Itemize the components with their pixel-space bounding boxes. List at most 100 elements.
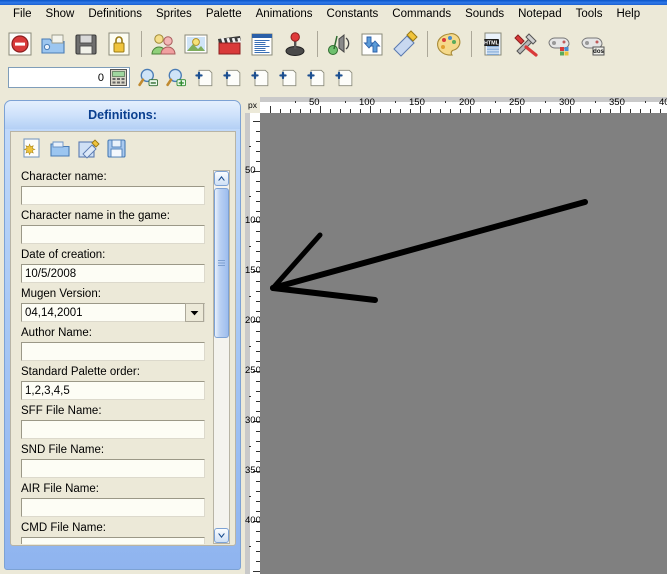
scroll-down-button[interactable]	[214, 528, 229, 543]
air-file-name-input[interactable]	[21, 498, 205, 517]
html-document-icon[interactable]: HTML	[477, 28, 509, 60]
toolbar-primary: HTML dos	[0, 25, 667, 62]
menu-sounds[interactable]: Sounds	[458, 6, 511, 23]
character-name-input[interactable]	[21, 186, 205, 205]
ruler-midmark	[595, 101, 596, 103]
svg-text:HTML: HTML	[484, 40, 500, 46]
definitions-panel: Definitions: Character name: Character na…	[4, 100, 241, 570]
menu-show[interactable]: Show	[39, 6, 82, 23]
gamepad-windows-icon[interactable]	[543, 28, 575, 60]
add-page-4-icon[interactable]	[276, 65, 302, 91]
cmd-file-name-input[interactable]	[21, 537, 205, 544]
calculator-icon[interactable]	[109, 68, 128, 87]
canvas-area[interactable]: px 50 100 150 200 250 300 350 400 50 100 150 200 25…	[245, 97, 667, 574]
toolbar-separator	[427, 30, 428, 57]
toolbar-separator	[471, 30, 472, 57]
sound-speaker-icon[interactable]	[323, 28, 355, 60]
menu-animations[interactable]: Animations	[249, 6, 320, 23]
date-of-creation-input[interactable]: 10/5/2008	[21, 264, 205, 283]
tools-wrench-icon[interactable]	[510, 28, 542, 60]
sprite-image-icon[interactable]	[180, 28, 212, 60]
ruler-tick	[270, 106, 271, 113]
ruler-label: 300	[245, 415, 260, 426]
ruler-label: 100	[359, 97, 375, 108]
save-disk-icon[interactable]	[70, 28, 102, 60]
snd-file-name-label: SND File Name:	[21, 444, 105, 456]
menu-file[interactable]: File	[6, 6, 39, 23]
menu-constants[interactable]: Constants	[320, 6, 386, 23]
joystick-icon[interactable]	[279, 28, 311, 60]
ruler-horizontal: 50 100 150 200 250 300 350 400	[260, 97, 667, 113]
animation-clapper-icon[interactable]	[213, 28, 245, 60]
definitions-scrollbar[interactable]	[213, 170, 230, 544]
stop-icon[interactable]	[4, 28, 36, 60]
number-field[interactable]: 0	[8, 67, 130, 88]
ruler-label: 200	[245, 315, 260, 326]
zoom-in-icon[interactable]	[164, 65, 190, 91]
edit-pencil-icon[interactable]	[77, 137, 101, 161]
ruler-midmark	[345, 101, 346, 103]
ruler-midmark	[249, 546, 251, 547]
add-page-5-icon[interactable]	[304, 65, 330, 91]
new-file-icon[interactable]	[21, 137, 45, 161]
author-name-input[interactable]	[21, 342, 205, 361]
menu-palette[interactable]: Palette	[199, 6, 249, 23]
ruler-label: 350	[609, 97, 625, 108]
ruler-label: 250	[509, 97, 525, 108]
add-page-1-icon[interactable]	[192, 65, 218, 91]
canvas-drawing[interactable]	[260, 113, 667, 574]
menu-commands[interactable]: Commands	[385, 6, 458, 23]
character-name-game-input[interactable]	[21, 225, 205, 244]
ruler-label: 150	[245, 265, 260, 276]
definitions-panel-title: Definitions:	[88, 108, 157, 122]
scroll-thumb[interactable]	[214, 188, 229, 338]
snd-file-name-input[interactable]	[21, 459, 205, 478]
ruler-midmark	[249, 196, 251, 197]
ruler-midmark	[645, 101, 646, 103]
scroll-thumb-grip	[218, 260, 225, 266]
menu-notepad[interactable]: Notepad	[511, 6, 568, 23]
scroll-up-button[interactable]	[214, 171, 229, 186]
air-file-name-label: AIR File Name:	[21, 483, 99, 495]
constants-document-icon[interactable]	[246, 28, 278, 60]
add-page-6-icon[interactable]	[332, 65, 358, 91]
palette-icon[interactable]	[433, 28, 465, 60]
definitions-panel-header: Definitions:	[5, 101, 240, 129]
chevron-down-icon[interactable]	[185, 303, 204, 322]
mugen-version-input[interactable]: 04,14,2001	[21, 303, 205, 322]
zoom-out-icon[interactable]	[136, 65, 162, 91]
ruler-label: 50	[245, 165, 256, 176]
collision-line-lower[interactable]	[270, 285, 378, 303]
menubar: File Show Definitions Sprites Palette Animati…	[0, 5, 667, 24]
ruler-midmark	[249, 296, 251, 297]
number-field-value: 0	[97, 71, 104, 84]
ruler-midmark	[249, 496, 251, 497]
cmd-file-name-label: CMD File Name:	[21, 522, 106, 534]
toolbar-separator	[141, 30, 142, 57]
date-of-creation-value: 10/5/2008	[25, 267, 77, 280]
definitions-panel-toolbar	[11, 132, 235, 162]
ruler-label: 400	[245, 515, 260, 526]
definitions-panel-body: Character name: Character name in the gam…	[10, 131, 236, 546]
open-folder-icon[interactable]	[37, 28, 69, 60]
collision-line-upper-right[interactable]	[270, 199, 588, 291]
add-page-2-icon[interactable]	[220, 65, 246, 91]
menu-help[interactable]: Help	[609, 6, 647, 23]
ruler-midmark	[445, 101, 446, 103]
standard-palette-order-input[interactable]: 1,2,3,4,5	[21, 381, 205, 400]
open-folder-icon[interactable]	[49, 137, 73, 161]
notepad-edit-icon[interactable]	[389, 28, 421, 60]
save-floppy-icon[interactable]	[105, 137, 129, 161]
ruler-midmark	[249, 346, 251, 347]
add-page-3-icon[interactable]	[248, 65, 274, 91]
gamepad-dos-icon[interactable]: dos	[576, 28, 608, 60]
lock-icon[interactable]	[103, 28, 135, 60]
menu-sprites[interactable]: Sprites	[149, 6, 199, 23]
import-export-icon[interactable]	[356, 28, 388, 60]
characters-icon[interactable]	[147, 28, 179, 60]
sff-file-name-input[interactable]	[21, 420, 205, 439]
author-name-label: Author Name:	[21, 327, 92, 339]
menu-tools[interactable]: Tools	[569, 6, 610, 23]
menu-definitions[interactable]: Definitions	[81, 6, 149, 23]
toolbar-secondary: 0	[0, 62, 667, 93]
